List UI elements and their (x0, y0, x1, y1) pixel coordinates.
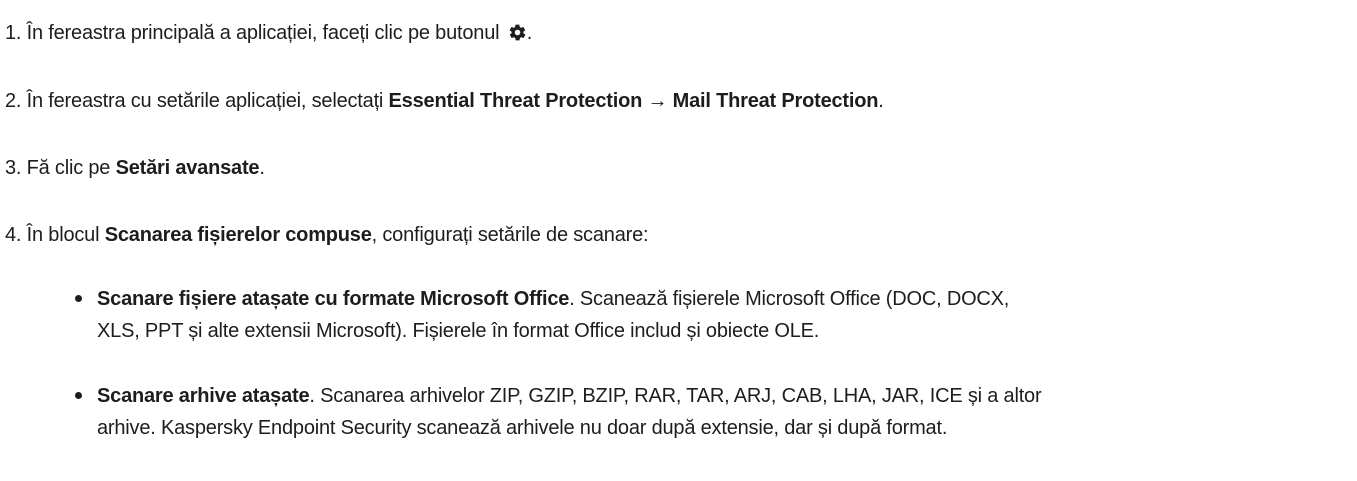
step-2-bold-mail: Mail Threat Protection (672, 90, 879, 112)
step-1-text: În fereastra principală a aplicației, fa… (26, 22, 500, 44)
step-3: 3. Fă clic pe Setări avansate. (5, 155, 265, 181)
step-4: 4. În blocul Scanarea fișierelor compuse… (5, 222, 649, 248)
bullet-dot (75, 295, 82, 302)
list-item-office-bold: Scanare fișiere atașate cu formate Micro… (97, 288, 570, 310)
list-item-office-text-2: XLS, PPT și alte extensii Microsoft). Fi… (97, 320, 820, 342)
step-4-text: În blocul (26, 224, 100, 246)
step-2-number: 2. (5, 90, 22, 112)
step-4-bold: Scanarea fișierelor compuse (104, 224, 372, 246)
step-3-bold: Setări avansate (115, 157, 260, 179)
list-item-office: Scanare fișiere atașate cu formate Micro… (75, 283, 1352, 347)
step-2: 2. În fereastra cu setările aplicației, … (5, 88, 884, 114)
step-2-arrow: → (647, 90, 668, 112)
step-3-period: . (259, 157, 265, 179)
list-item-office-text: . Scanează fișierele Microsoft Office (D… (569, 288, 1010, 310)
step-1-number: 1. (5, 22, 22, 44)
bullet-dot (75, 392, 82, 399)
list-item-archives-text: . Scanarea arhivelor ZIP, GZIP, BZIP, RA… (309, 385, 1042, 407)
step-4-number: 4. (5, 224, 22, 246)
step-2-period: . (878, 90, 884, 112)
step-1-period: . (526, 22, 533, 44)
step-2-text: În fereastra cu setările aplicației, sel… (26, 90, 384, 112)
gear-icon (508, 23, 527, 42)
step-1: 1. În fereastra principală a aplicației,… (5, 20, 532, 46)
step-3-number: 3. (5, 157, 22, 179)
step-3-text: Fă clic pe (26, 157, 111, 179)
list-item-archives: Scanare arhive atașate. Scanarea arhivel… (75, 380, 1352, 444)
step-2-bold-essential: Essential Threat Protection (388, 90, 643, 112)
list-item-archives-bold: Scanare arhive atașate (97, 385, 310, 407)
list-item-archives-text-2: arhive. Kaspersky Endpoint Security scan… (97, 417, 948, 439)
step-4-rest: , configurați setările de scanare: (371, 224, 649, 246)
